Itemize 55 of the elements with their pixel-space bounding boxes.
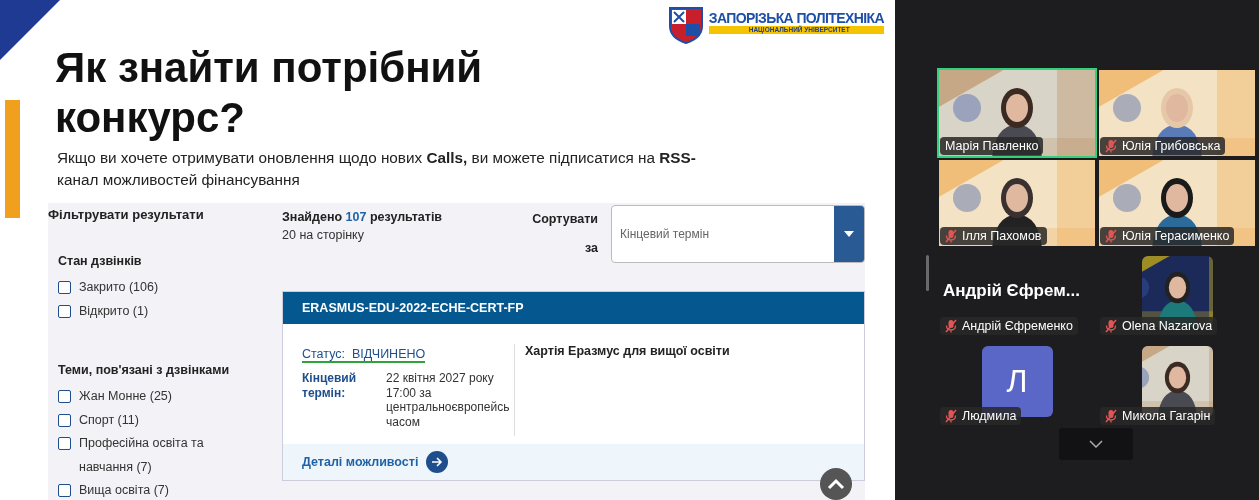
participant-name-tag: Марія Павленко	[940, 137, 1044, 155]
sort-select[interactable]: Кінцевий термін	[611, 205, 865, 263]
video-tile[interactable]: Марія Павленко	[937, 68, 1097, 158]
checkbox[interactable]	[58, 484, 71, 497]
filter-option-label: Жан Монне (25)	[79, 388, 173, 405]
checkbox[interactable]	[58, 304, 71, 318]
details-link[interactable]: Деталі можливості	[302, 455, 419, 469]
filter-title: Фільтрувати результати	[48, 207, 205, 222]
sort-label: Сортувати за	[531, 211, 598, 257]
slide-subtitle: Якщо ви хочете отримувати оновлення щодо нових Calls, ви можете підписатися на RSS- канал можливостей фінансування	[57, 148, 697, 190]
filter-option-label: Спорт (11)	[79, 411, 140, 429]
video-tile[interactable]: Ілля Пахомов	[937, 158, 1097, 248]
participant-name-tag: Юлія Грибовська	[1100, 137, 1226, 155]
checkbox[interactable]	[58, 281, 71, 294]
call-code: ERASMUS-EDU-2022-ECHE-CERT-FP	[283, 292, 864, 324]
checkbox[interactable]	[58, 437, 71, 450]
participant-name-tag: Ілля Пахомов	[940, 227, 1047, 245]
filter-option-label: Відкрито (1)	[79, 302, 150, 320]
chevron-up-icon	[827, 478, 845, 490]
deadline-label: Кінцевий термін:	[302, 371, 358, 402]
slide-title: Як знайти потрібний конкурс?	[55, 43, 484, 143]
filter-option-label: Вища освіта (7)	[79, 482, 170, 499]
filter-group-title: Теми, пов'язані з дзвінками	[58, 363, 231, 377]
muted-microphone-icon	[945, 409, 957, 423]
video-tile[interactable]: Юлія Грибовська	[1097, 68, 1257, 158]
scrollbar[interactable]	[926, 255, 929, 291]
video-tile[interactable]: Юлія Герасименко	[1097, 158, 1257, 248]
shield-logo-icon	[667, 6, 704, 44]
muted-microphone-icon	[1105, 319, 1117, 333]
participant-display-name: Андрій Єфрем...	[943, 281, 1080, 301]
deadline-value: 22 квітня 2027 року 17:00 за центральноєвропейсь часом	[386, 371, 508, 429]
muted-microphone-icon	[1105, 409, 1117, 423]
caret-icon	[844, 231, 854, 237]
participant-name-tag: Юлія Герасименко	[1100, 227, 1235, 245]
checkbox[interactable]	[58, 390, 71, 403]
scroll-up-button[interactable]	[820, 468, 852, 500]
call-title: Хартія Еразмус для вищої освіти	[524, 344, 730, 360]
chevron-down-icon	[1089, 440, 1103, 448]
per-page-text: 20 на сторінку	[282, 228, 365, 242]
results-count: Знайдено 107 результатів	[282, 210, 444, 224]
muted-microphone-icon	[1105, 229, 1117, 243]
muted-microphone-icon	[1105, 139, 1117, 153]
checkbox[interactable]	[58, 413, 71, 427]
filter-option-label: Закрито (106)	[79, 279, 160, 296]
arrow-right-icon[interactable]	[426, 451, 449, 473]
participant-name-tag: Андрій Єфременко	[940, 317, 1078, 335]
filter-option-label: Професійна освіта та навчання (7)	[79, 435, 205, 476]
participant-name-tag: Olena Nazarova	[1100, 317, 1218, 335]
muted-microphone-icon	[945, 229, 957, 243]
participant-name-tag: Микола Гагарін	[1100, 407, 1216, 425]
status-text: Статус: ВІДЧИНЕНО	[302, 347, 426, 363]
muted-microphone-icon	[945, 319, 957, 333]
logo-name: ЗАПОРІЗЬКА ПОЛІТЕХНІКА	[708, 10, 884, 26]
participant-name-tag: Людмила	[940, 407, 1022, 425]
filter-group-title: Стан дзвінків	[58, 254, 143, 268]
